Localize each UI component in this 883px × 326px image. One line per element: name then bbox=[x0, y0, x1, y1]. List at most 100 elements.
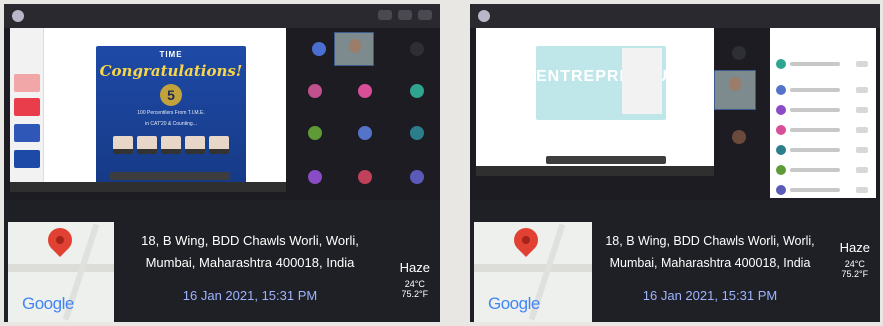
participant-row[interactable] bbox=[776, 164, 872, 176]
congratulations-slide: TIME Congratulations! 5 100 Percentilers… bbox=[96, 46, 246, 184]
participant-avatar[interactable] bbox=[308, 126, 322, 140]
participant-row[interactable] bbox=[776, 144, 872, 156]
right-screenshot: ENTREPRENEUR Google 18, B Wing, BDD Chaw… bbox=[470, 4, 880, 322]
weather-condition: Haze bbox=[399, 260, 430, 275]
temperature-celsius: 24°C bbox=[404, 279, 425, 289]
participant-avatar[interactable] bbox=[312, 42, 326, 56]
shared-screen: TIME Congratulations! 5 100 Percentilers… bbox=[10, 28, 286, 192]
address-line-2: Mumbai, Maharashtra 400018, India bbox=[145, 255, 355, 270]
app-logo-icon bbox=[478, 10, 490, 22]
participant-mic-icon[interactable] bbox=[856, 87, 868, 93]
participant-row[interactable] bbox=[776, 184, 872, 196]
top-control-button[interactable] bbox=[418, 10, 432, 20]
participant-mic-icon[interactable] bbox=[856, 127, 868, 133]
slide-thumbnail[interactable] bbox=[14, 98, 40, 116]
participant-grid bbox=[294, 30, 436, 190]
participant-avatar[interactable] bbox=[308, 84, 322, 98]
participant-row[interactable] bbox=[776, 84, 872, 96]
participant-mic-icon[interactable] bbox=[856, 147, 868, 153]
address-line-2: Mumbai, Maharashtra 400018, India bbox=[609, 256, 811, 270]
slide-subtitle-1: 100 Percentilers From T.I.M.E. bbox=[137, 110, 205, 116]
participant-name bbox=[790, 62, 840, 66]
participant-name bbox=[790, 148, 840, 152]
meeting-top-bar bbox=[470, 4, 880, 28]
participant-avatar[interactable] bbox=[308, 170, 322, 184]
map-pin-icon bbox=[509, 223, 543, 257]
participant-mic-icon[interactable] bbox=[856, 107, 868, 113]
participant-avatar bbox=[776, 105, 786, 115]
student-photo bbox=[161, 136, 181, 154]
top-control-button[interactable] bbox=[398, 10, 412, 20]
student-photo bbox=[185, 136, 205, 154]
presenting-banner bbox=[110, 172, 230, 180]
slide-thumbnail[interactable] bbox=[14, 124, 40, 142]
participant-avatar[interactable] bbox=[410, 42, 424, 56]
participant-avatar[interactable] bbox=[410, 170, 424, 184]
participant-mic-icon[interactable] bbox=[856, 187, 868, 193]
participant-avatar bbox=[776, 59, 786, 69]
participant-avatar bbox=[776, 145, 786, 155]
participant-name bbox=[790, 188, 840, 192]
map-road bbox=[474, 264, 592, 272]
participant-avatar[interactable] bbox=[732, 46, 746, 60]
participant-avatar bbox=[776, 165, 786, 175]
participant-avatar bbox=[776, 185, 786, 195]
participant-name bbox=[790, 88, 840, 92]
banner-side-panel bbox=[622, 48, 662, 114]
timestamp-text: 16 Jan 2021, 15:31 PM bbox=[642, 288, 778, 303]
address-line-1: 18, B Wing, BDD Chawls Worli, Worli, bbox=[141, 233, 359, 248]
shared-screen: ENTREPRENEUR bbox=[476, 28, 714, 176]
timestamp-text: 16 Jan 2021, 15:31 PM bbox=[182, 288, 318, 303]
address-line-1: 18, B Wing, BDD Chawls Worli, Worli, bbox=[605, 234, 815, 248]
map-pin-icon bbox=[43, 223, 77, 257]
weather-condition: Haze bbox=[839, 240, 870, 255]
participant-avatar[interactable] bbox=[358, 84, 372, 98]
participant-name bbox=[790, 168, 840, 172]
participant-face bbox=[729, 77, 741, 91]
meeting-top-bar bbox=[4, 4, 440, 28]
weather-readout: Haze 24°C 75.2°F bbox=[840, 240, 870, 279]
map-thumbnail: Google bbox=[474, 222, 592, 322]
map-brand-logo: Google bbox=[22, 294, 74, 313]
participant-row[interactable] bbox=[776, 58, 872, 70]
slide-thumbnail[interactable] bbox=[14, 150, 40, 168]
participant-row[interactable] bbox=[776, 104, 872, 116]
slide-headline: Congratulations! bbox=[99, 62, 243, 80]
entrepreneur-banner: ENTREPRENEUR bbox=[536, 46, 679, 120]
student-photo bbox=[113, 136, 133, 154]
weather-readout: Haze 24°C 75.2°F bbox=[400, 260, 430, 299]
top-controls bbox=[378, 10, 432, 20]
participant-avatar[interactable] bbox=[358, 170, 372, 184]
student-photo bbox=[209, 136, 229, 154]
slide-thumbnail-strip bbox=[10, 28, 44, 192]
participant-name bbox=[790, 128, 840, 132]
slide-thumbnail[interactable] bbox=[14, 74, 40, 92]
participants-panel bbox=[770, 28, 876, 198]
temperature-celsius: 24°C bbox=[844, 259, 865, 269]
app-logo-icon bbox=[12, 10, 24, 22]
left-screenshot: TIME Congratulations! 5 100 Percentilers… bbox=[4, 4, 440, 322]
participant-row[interactable] bbox=[776, 124, 872, 136]
presenter-taskbar bbox=[10, 182, 286, 192]
participant-avatar[interactable] bbox=[732, 130, 746, 144]
slide-brand: TIME bbox=[159, 50, 183, 59]
address-text: 18, B Wing, BDD Chawls Worli, Worli, Mum… bbox=[594, 230, 826, 274]
slide-subtitle-2: in CAT'20 & Counting... bbox=[145, 121, 197, 127]
participant-mic-icon[interactable] bbox=[856, 167, 868, 173]
participant-name bbox=[790, 108, 840, 112]
address-text: 18, B Wing, BDD Chawls Worli, Worli, Mum… bbox=[116, 230, 384, 274]
map-brand-logo: Google bbox=[488, 294, 540, 313]
slide-number-badge: 5 bbox=[160, 84, 182, 106]
photo-row bbox=[96, 136, 246, 154]
participant-avatar[interactable] bbox=[358, 126, 372, 140]
participant-avatar[interactable] bbox=[410, 126, 424, 140]
participant-avatar bbox=[776, 85, 786, 95]
participant-avatar[interactable] bbox=[410, 84, 424, 98]
presenting-banner bbox=[546, 156, 666, 164]
top-control-button[interactable] bbox=[378, 10, 392, 20]
temperature-fahrenheit: 75.2°F bbox=[841, 269, 869, 279]
participant-video[interactable] bbox=[714, 70, 756, 110]
participant-mic-icon[interactable] bbox=[856, 61, 868, 67]
map-thumbnail: Google bbox=[8, 222, 114, 322]
participant-avatar bbox=[776, 125, 786, 135]
